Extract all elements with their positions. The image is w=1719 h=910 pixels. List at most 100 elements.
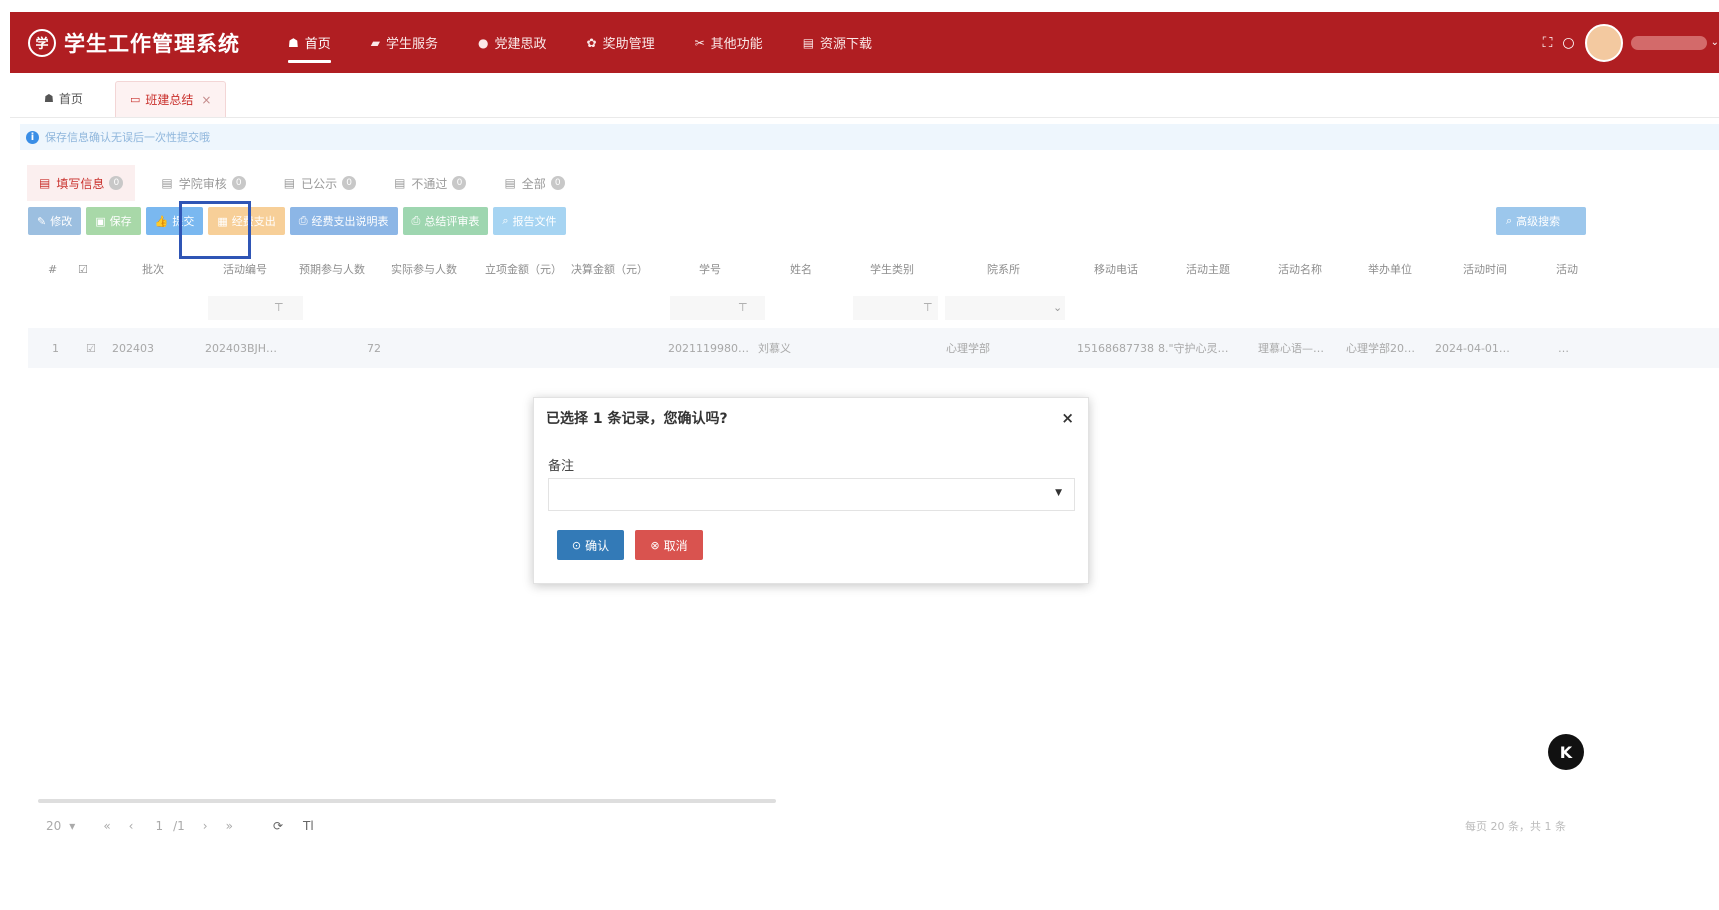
close-icon[interactable]: × [1061,409,1074,427]
pagination: 20 ▾ « ‹ 1 /1 › » ⟳ Tl [46,812,322,840]
column-header[interactable]: 活动时间 [1463,250,1507,288]
tab-home[interactable]: ☗ 首页 [30,81,97,116]
column-header[interactable]: 批次 [142,250,164,288]
advanced-search-button[interactable]: ⌕ 高级搜索 [1496,207,1586,235]
info-text: 保存信息确认无误后一次性提交哦 [45,131,210,144]
column-header[interactable]: 活动 [1556,250,1578,288]
home-icon: ☗ [44,92,54,105]
filter-icon[interactable]: ⊤ [274,301,284,314]
prev-page-icon[interactable]: ‹ [129,819,134,833]
confirm-button[interactable]: ⊙ 确认 [557,530,624,560]
filter-icon[interactable]: ⊤ [923,301,933,314]
table-cell: 202403 [112,341,154,355]
table-cell: 8."守护心灵… [1158,342,1229,355]
column-header[interactable]: 活动编号 [223,250,267,288]
column-header[interactable]: 立项金额（元） [485,250,562,288]
header-right: ⛶ ○ ⌄ [1543,12,1719,73]
remark-select[interactable]: ▼ [548,478,1075,511]
status-tab-published[interactable]: ▤ 已公示 0 [272,165,368,201]
column-header[interactable]: 举办单位 [1368,250,1412,288]
column-header[interactable]: 决算金额（元） [571,250,648,288]
column-header[interactable]: 实际参与人数 [391,250,457,288]
review-form-button[interactable]: ⎙ 总结评审表 [402,207,489,235]
status-tab-fill-info[interactable]: ▤ 填写信息 0 [27,165,136,201]
status-tab-label: 学院审核 [178,176,227,191]
info-icon: i [26,130,39,144]
row-checkbox[interactable]: ☑ [86,328,96,368]
app-shell: 学 学生工作管理系统 ☗ 首页 ▰ 学生服务 ● 党建思政 ✿ 奖助管理 ✂ 其… [10,12,1719,910]
nav-home[interactable]: ☗ 首页 [268,12,351,73]
nav-downloads-label: 资源下载 [820,37,873,52]
floating-assistant-button[interactable]: K [1548,734,1584,770]
table-cell: 理慕心语—… [1258,342,1324,355]
select-all-checkbox[interactable]: ☑ [78,250,88,288]
last-page-icon[interactable]: » [226,819,233,833]
data-grid: # ☑ 批次 活动编号 预期参与人数 实际参与人数 立项金额（元） 决算金额（元… [28,250,1719,368]
tab-class-summary[interactable]: ▭ 班建总结 × [115,81,227,117]
dialog-title: 已选择 1 条记录，您确认吗? [546,411,728,427]
column-header[interactable]: 活动主题 [1186,250,1230,288]
first-page-icon[interactable]: « [103,819,110,833]
main-nav: ☗ 首页 ▰ 学生服务 ● 党建思政 ✿ 奖助管理 ✂ 其他功能 ▤ 资源下载 [268,12,892,73]
column-header[interactable]: 院系所 [987,250,1020,288]
table-row[interactable]: 1 ☑ 202403 202403BJH… 72 2021119980… 刘慕义… [28,328,1719,368]
nav-student-services[interactable]: ▰ 学生服务 [351,12,458,73]
advanced-search-label: 高级搜索 [1516,215,1561,228]
expense-statement-button[interactable]: ⎙ 经费支出说明表 [289,207,398,235]
row-index: 1 [52,341,59,355]
table-filter-row: ⊤ ⊤ ⊤ ⌄ [28,288,1719,328]
tools-icon: ✂ [694,35,705,50]
column-header[interactable]: 移动电话 [1094,250,1138,288]
horizontal-scrollbar[interactable] [38,799,776,803]
save-button[interactable]: ▣ 保存 [86,207,141,235]
caret-down-icon: ▼ [1055,488,1062,498]
status-tab-label: 不通过 [411,176,448,191]
count-badge: 0 [231,176,246,190]
current-page-input[interactable]: 1 [155,819,163,833]
pagination-summary: 每页 20 条，共 1 条 [1465,820,1566,833]
close-icon[interactable]: × [201,93,211,107]
nav-awards[interactable]: ✿ 奖助管理 [567,12,675,73]
confirm-dialog: 已选择 1 条记录，您确认吗? × 备注 ▼ ⊙ 确认 ⊗ 取消 [533,397,1089,584]
cancel-button[interactable]: ⊗ 取消 [635,530,703,560]
chevron-down-icon[interactable]: ▾ [69,819,75,833]
filter-input[interactable] [670,296,765,320]
column-header[interactable]: 学生类别 [870,250,914,288]
save-icon: ▣ [95,214,106,228]
search-icon: ⌕ [502,214,509,227]
status-tab-rejected[interactable]: ▤ 不通过 0 [382,165,478,201]
chevron-down-icon[interactable]: ⌄ [1053,301,1062,314]
refresh-icon[interactable]: ○ [1562,35,1574,51]
nav-other-functions[interactable]: ✂ 其他功能 [675,12,783,73]
refresh-icon[interactable]: ⟳ [273,819,283,833]
thumbs-up-icon: 👍 [154,214,169,228]
fullscreen-icon[interactable]: ⛶ [1543,35,1553,51]
column-toggle-icon[interactable]: Tl [303,819,314,833]
column-header[interactable]: 学号 [699,250,721,288]
filter-input[interactable] [208,296,303,320]
count-badge: 0 [452,176,467,190]
count-badge: 0 [342,176,357,190]
next-page-icon[interactable]: › [203,819,208,833]
report-file-button[interactable]: ⌕ 报告文件 [493,207,566,235]
nav-downloads[interactable]: ▤ 资源下载 [783,12,892,73]
edit-button[interactable]: ✎ 修改 [28,207,82,235]
avatar[interactable] [1584,23,1623,62]
column-header[interactable]: 活动名称 [1278,250,1322,288]
chevron-down-icon[interactable]: ⌄ [1711,37,1719,48]
status-tab-college-review[interactable]: ▤ 学院审核 0 [149,165,257,201]
column-header[interactable]: 预期参与人数 [299,250,365,288]
filter-select[interactable] [945,296,1065,320]
nav-party-building[interactable]: ● 党建思政 [458,12,567,73]
filter-icon[interactable]: ⊤ [738,301,748,314]
page-size-select[interactable]: 20 [46,819,61,833]
expense-statement-button-label: 经费支出说明表 [311,215,389,228]
graduation-cap-icon: ▰ [370,35,381,50]
edit-button-label: 修改 [50,215,73,228]
nav-awards-label: 奖助管理 [602,37,655,52]
list-icon: ▤ [39,176,51,190]
app-title: 学生工作管理系统 [64,31,240,56]
column-header[interactable]: 姓名 [790,250,812,288]
username-redacted[interactable] [1630,35,1707,50]
status-tab-all[interactable]: ▤ 全部 0 [492,165,576,201]
